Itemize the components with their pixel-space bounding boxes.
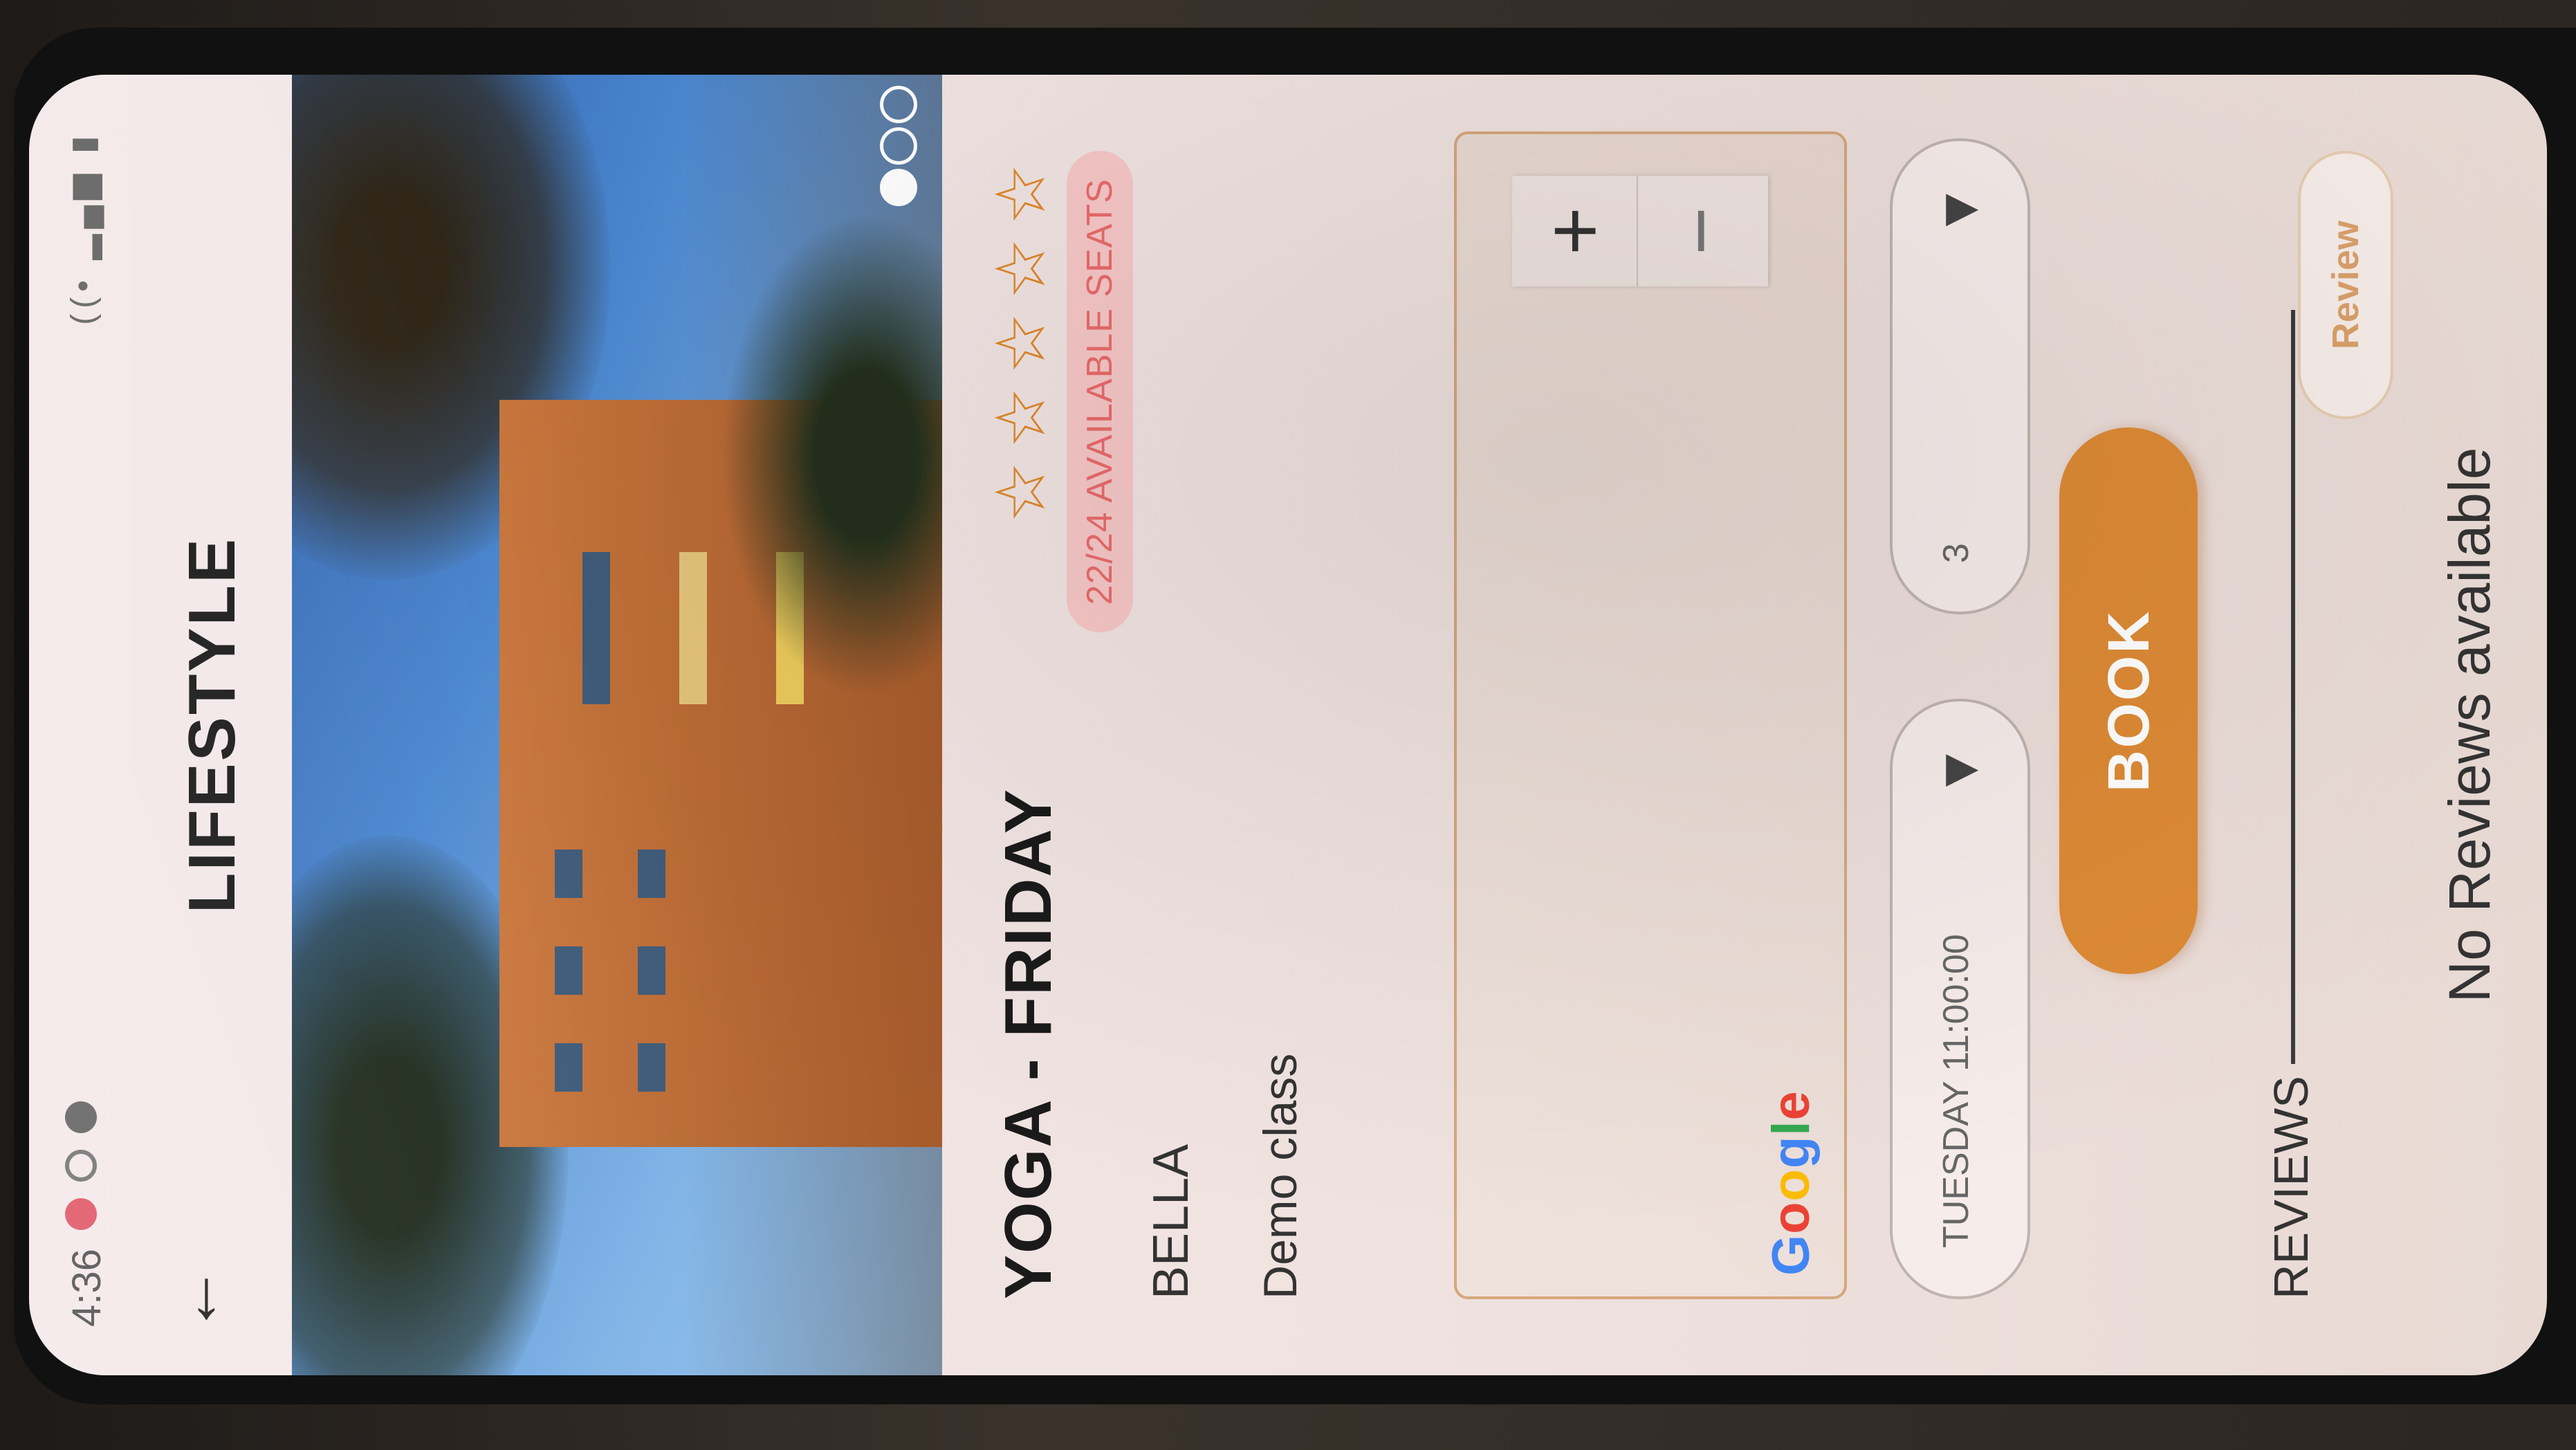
google-logo: Google bbox=[1762, 1090, 1821, 1276]
app-bar: LIFESTYLE ← bbox=[133, 75, 292, 1375]
date-time-dropdown[interactable]: TUESDAY 11:00:00 ▼ bbox=[1890, 699, 2030, 1299]
carousel-dot-3[interactable] bbox=[880, 86, 917, 123]
dropdown-arrow-icon: ▼ bbox=[1928, 183, 1989, 238]
wifi-icon: ((• bbox=[65, 274, 102, 325]
carousel-dot-1[interactable] bbox=[880, 169, 917, 206]
message-icon bbox=[65, 1101, 97, 1133]
zoom-out-button[interactable]: − bbox=[1637, 176, 1763, 286]
trainer-name: BELLA bbox=[1143, 1144, 1199, 1299]
date-time-value: TUESDAY 11:00:00 bbox=[1936, 934, 1976, 1248]
page-title: LIFESTYLE bbox=[175, 536, 249, 914]
rating-stars[interactable]: ☆☆☆☆☆ bbox=[980, 151, 1061, 523]
dropdown-arrow-icon: ▼ bbox=[1928, 743, 1989, 798]
write-review-button[interactable]: Review bbox=[2298, 151, 2393, 419]
sync-icon bbox=[65, 1150, 97, 1182]
battery-icon: ▮ bbox=[65, 130, 102, 154]
class-title: YOGA - FRIDAY bbox=[991, 788, 1065, 1299]
notification-icon bbox=[65, 1198, 97, 1230]
reviews-divider bbox=[2291, 310, 2295, 1064]
status-time: 4:36 bbox=[64, 1249, 109, 1327]
hero-image-carousel[interactable] bbox=[292, 75, 942, 1375]
seats-dropdown[interactable]: 3 ▼ bbox=[1890, 138, 2030, 614]
map-view[interactable]: + − Google bbox=[1454, 131, 1847, 1299]
signal-icon: ▂▄▆ bbox=[65, 168, 102, 260]
connectivity-icons: ((• ▂▄▆ ▮ bbox=[64, 130, 102, 325]
carousel-dot-2[interactable] bbox=[880, 127, 917, 165]
seats-value: 3 bbox=[1936, 543, 1976, 563]
zoom-in-button[interactable]: + bbox=[1512, 176, 1637, 286]
class-description: Demo class bbox=[1254, 1053, 1307, 1299]
book-button[interactable]: BOOK bbox=[2059, 428, 2198, 974]
status-bar: 4:36 ((• ▂▄▆ ▮ bbox=[29, 75, 133, 1375]
back-arrow-icon[interactable]: ← bbox=[155, 1265, 234, 1334]
available-seats-badge: 22/24 AVAILABLE SEATS bbox=[1067, 151, 1133, 633]
reviews-heading: REVIEWS bbox=[2264, 1076, 2318, 1299]
map-zoom-controls: + − bbox=[1512, 176, 1768, 286]
app-screen: 4:36 ((• ▂▄▆ ▮ LIFESTYLE ← YOGA - FRIDAY… bbox=[29, 75, 2547, 1375]
empty-reviews-message: No Reviews available bbox=[2437, 447, 2502, 1003]
